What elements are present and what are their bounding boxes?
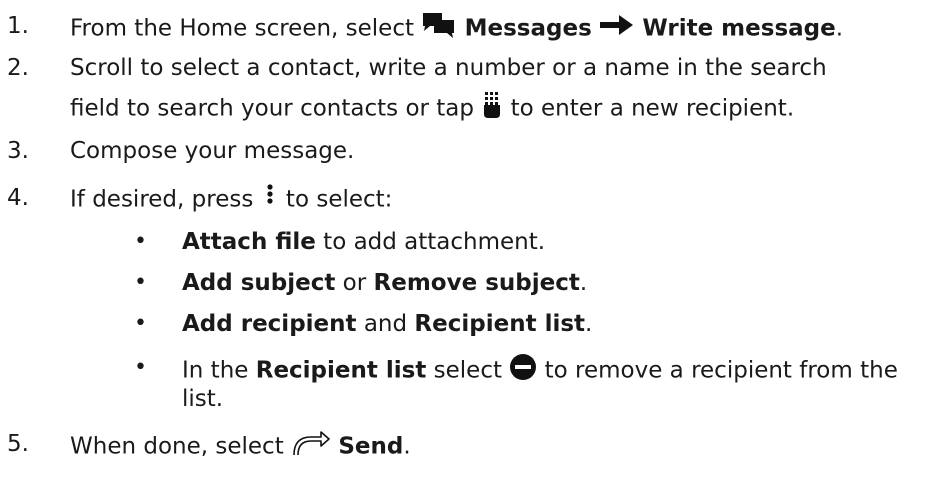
step-number: 1. bbox=[7, 13, 29, 39]
step-text: When done, select bbox=[70, 433, 292, 460]
keypad-icon bbox=[481, 91, 503, 127]
write-message-label: Write message bbox=[642, 15, 836, 42]
step-text: Scroll to select a contact, write a numb… bbox=[70, 55, 827, 81]
remove-circle-icon bbox=[509, 353, 537, 389]
step-number: 5. bbox=[7, 431, 29, 457]
step-text: If desired, press bbox=[70, 186, 261, 213]
send-label: Send bbox=[338, 433, 404, 460]
step-number: 2. bbox=[7, 55, 29, 81]
instruction-list: 1. From the Home screen, select Messages… bbox=[0, 0, 951, 480]
messages-label: Messages bbox=[464, 15, 592, 42]
send-icon bbox=[291, 429, 331, 465]
step-number: 3. bbox=[7, 138, 29, 164]
messages-icon bbox=[421, 11, 457, 47]
step-text: Compose your message. bbox=[70, 138, 355, 164]
step-number: 4. bbox=[7, 185, 29, 211]
arrow-right-icon bbox=[599, 12, 635, 46]
step-text: From the Home screen, select bbox=[70, 15, 422, 42]
more-vert-icon bbox=[261, 183, 279, 217]
